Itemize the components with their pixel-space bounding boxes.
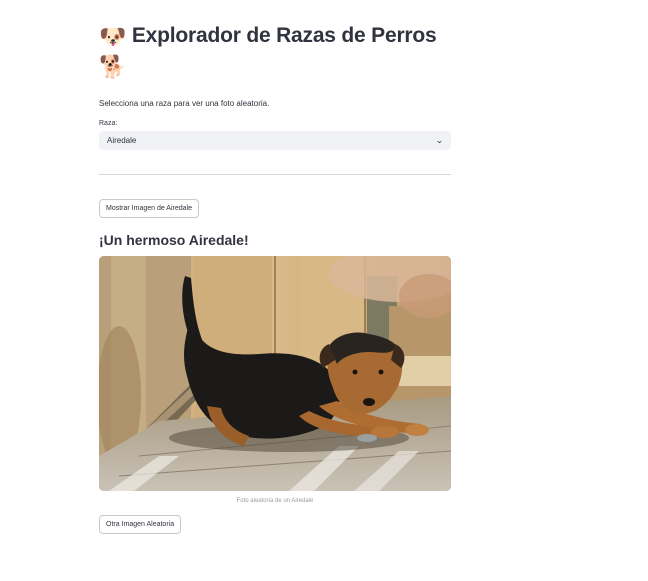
breed-select[interactable]: Airedale ⌄ [99, 131, 451, 150]
page-title: 🐶 Explorador de Razas de Perros 🐕 [99, 22, 451, 82]
chevron-down-icon: ⌄ [435, 136, 444, 145]
show-image-button[interactable]: Mostrar Imagen de Airedale [99, 199, 199, 218]
main-content: 🐶 Explorador de Razas de Perros 🐕 Selecci… [99, 22, 451, 534]
result-heading: ¡Un hermoso Airedale! [99, 232, 249, 248]
breed-select-label: Raza: [99, 120, 118, 127]
dog-icon: 🐕 [99, 55, 127, 80]
another-image-button[interactable]: Otra Imagen Aleatoria [99, 515, 182, 534]
breed-select-value: Airedale [107, 136, 137, 145]
image-caption: Foto aleatoria de un Airedale [236, 498, 314, 504]
page-title-text: Explorador de Razas de Perros [131, 24, 437, 47]
dog-face-icon: 🐶 [99, 25, 127, 50]
intro-text: Selecciona una raza para ver una foto al… [99, 99, 270, 108]
dog-photo [99, 256, 451, 491]
app-root: 🐶 Explorador de Razas de Perros 🐕 Selecci… [0, 0, 648, 581]
divider [99, 174, 451, 175]
